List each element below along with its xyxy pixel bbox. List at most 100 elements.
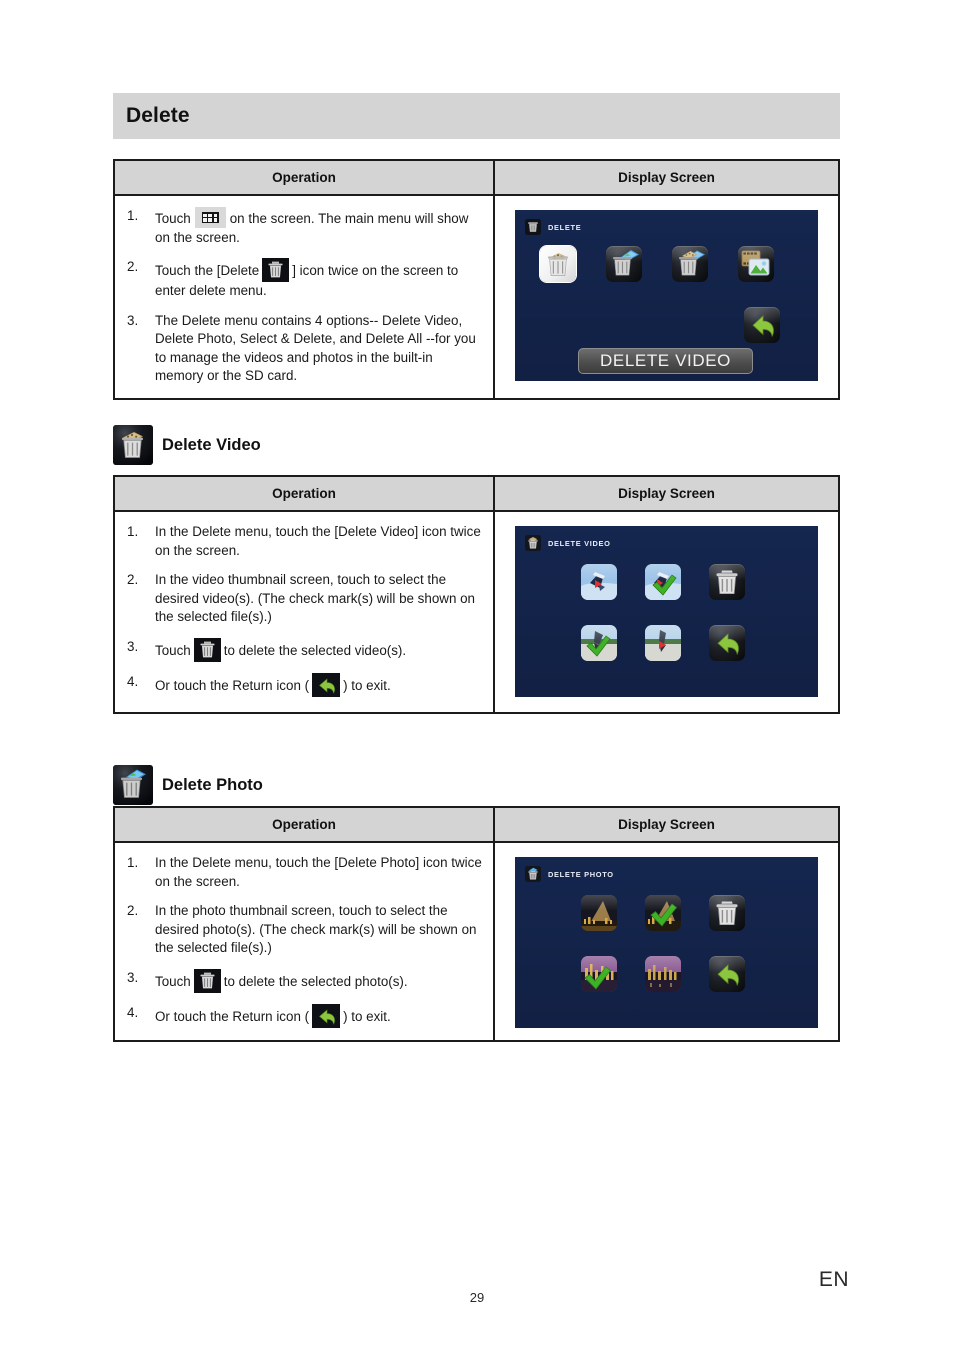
screen-titlebar: DELETE PHOTO <box>525 866 614 882</box>
screen-titlebar: DELETE VIDEO <box>525 535 611 551</box>
step-text: In the Delete menu, touch the [Delete Ph… <box>155 855 482 889</box>
screen-caption-pill: DELETE VIDEO <box>578 348 753 374</box>
column-header-display-screen: Display Screen <box>618 486 715 501</box>
video-thumbnail-2[interactable] <box>645 564 681 600</box>
operation-cell: In the Delete menu, touch the [Delete Vi… <box>115 512 495 712</box>
list-item: Touch to delete the selected video(s). <box>125 637 483 662</box>
trash-photo-icon <box>525 866 541 882</box>
delete-menu-table: Operation Display Screen Touch on the scr… <box>113 159 840 400</box>
thumbnail-row-2 <box>581 956 745 992</box>
step-text-before: Or touch the Return icon ( <box>155 1008 310 1024</box>
delete-photo-table: Operation Display Screen In the Delete m… <box>113 806 840 1042</box>
table-header-row: Operation Display Screen <box>115 477 838 512</box>
grid-menu-icon <box>194 207 226 228</box>
trash-film-icon <box>525 535 541 551</box>
thumbnail-row-1 <box>581 895 745 931</box>
return-tile[interactable] <box>744 307 780 343</box>
step-text-after: ) to exit. <box>343 677 391 693</box>
language-code: EN <box>818 1268 849 1291</box>
step-list: In the Delete menu, touch the [Delete Vi… <box>125 523 483 697</box>
section-title: Delete Video <box>162 435 261 454</box>
list-item: Touch on the screen. The main menu will s… <box>125 207 483 247</box>
list-item: Or touch the Return icon ( ) to exit. <box>125 672 483 697</box>
manual-page: Delete Operation Display Screen Touch on … <box>0 0 954 1350</box>
table-header-row: Operation Display Screen <box>115 161 838 196</box>
trash-button[interactable] <box>709 564 745 600</box>
display-screen-cell: DELETE VIDEO <box>495 512 838 712</box>
step-list: Touch on the screen. The main menu will s… <box>125 207 483 386</box>
section-heading-delete-video: Delete Video <box>113 425 261 465</box>
list-item: The Delete menu contains 4 options-- Del… <box>125 312 483 386</box>
trash-icon <box>193 968 221 993</box>
column-header-operation: Operation <box>115 161 495 194</box>
photo-thumbnail-2[interactable] <box>645 895 681 931</box>
step-text-after: ) to exit. <box>343 1008 391 1024</box>
trash-film-icon <box>113 425 153 465</box>
step-text-before: Touch the [Delete <box>155 263 260 278</box>
list-item: In the Delete menu, touch the [Delete Ph… <box>125 854 483 891</box>
section-title: Delete Photo <box>162 775 263 794</box>
return-row <box>744 307 780 343</box>
thumbnail-row-1 <box>581 564 745 600</box>
list-item: Or touch the Return icon ( ) to exit. <box>125 1003 483 1028</box>
photo-thumbnail-3[interactable] <box>581 956 617 992</box>
step-list: In the Delete menu, touch the [Delete Ph… <box>125 854 483 1028</box>
table-body-row: Touch on the screen. The main menu will s… <box>115 196 838 398</box>
return-button[interactable] <box>709 956 745 992</box>
list-item: In the photo thumbnail screen, touch to … <box>125 902 483 958</box>
photo-thumbnail-4[interactable] <box>645 956 681 992</box>
page-title: Delete <box>126 104 190 127</box>
screen-caption-label: DELETE VIDEO <box>600 351 731 370</box>
step-text: In the Delete menu, touch the [Delete Vi… <box>155 524 481 558</box>
screen-titlebar: DELETE <box>525 219 581 235</box>
trash-button[interactable] <box>709 895 745 931</box>
video-thumbnail-1[interactable] <box>581 564 617 600</box>
step-text-before: Touch <box>155 642 191 658</box>
column-header-display-screen: Display Screen <box>618 170 715 185</box>
thumbnail-row-2 <box>581 625 745 661</box>
screen-title-label: DELETE <box>548 222 582 232</box>
device-screen-delete-menu: DELETE DELETE VIDEO <box>515 210 818 381</box>
delete-video-tile[interactable] <box>540 246 576 282</box>
device-screen-delete-photo: DELETE PHOTO <box>515 857 818 1028</box>
chapter-banner: Delete <box>113 93 840 139</box>
table-header-row: Operation Display Screen <box>115 808 838 843</box>
table-body-row: In the Delete menu, touch the [Delete Ph… <box>115 843 838 1040</box>
screen-title-label: DELETE VIDEO <box>548 538 611 548</box>
photo-thumbnail-1[interactable] <box>581 895 617 931</box>
step-text-before: Touch <box>155 211 191 226</box>
step-text-after: to delete the selected video(s). <box>223 642 407 658</box>
delete-video-table: Operation Display Screen In the Delete m… <box>113 475 840 714</box>
column-header-operation: Operation <box>115 808 495 841</box>
select-and-delete-tile[interactable] <box>672 246 708 282</box>
video-thumbnail-4[interactable] <box>645 625 681 661</box>
column-header-operation: Operation <box>115 477 495 510</box>
delete-photo-tile[interactable] <box>606 246 642 282</box>
list-item: In the video thumbnail screen, touch to … <box>125 571 483 627</box>
step-text-before: Or touch the Return icon ( <box>155 677 310 693</box>
table-body-row: In the Delete menu, touch the [Delete Vi… <box>115 512 838 712</box>
display-screen-cell: DELETE DELETE VIDEO <box>495 196 838 398</box>
operation-cell: Touch on the screen. The main menu will s… <box>115 196 495 398</box>
step-text-before: Touch <box>155 973 191 989</box>
column-header-display-screen: Display Screen <box>618 817 715 832</box>
step-text-after: to delete the selected photo(s). <box>223 973 408 989</box>
return-button[interactable] <box>709 625 745 661</box>
operation-cell: In the Delete menu, touch the [Delete Ph… <box>115 843 495 1040</box>
video-thumbnail-3[interactable] <box>581 625 617 661</box>
list-item: In the Delete menu, touch the [Delete Vi… <box>125 523 483 560</box>
delete-all-tile[interactable] <box>738 246 774 282</box>
screen-title-label: DELETE PHOTO <box>548 869 614 879</box>
page-number: 29 <box>469 1290 485 1305</box>
trash-icon <box>193 637 221 662</box>
trash-icon <box>525 219 541 235</box>
menu-icon-row <box>540 246 774 282</box>
device-screen-delete-video: DELETE VIDEO <box>515 526 818 697</box>
list-item: Touch to delete the selected photo(s). <box>125 968 483 993</box>
return-arrow-icon <box>312 672 341 697</box>
display-screen-cell: DELETE PHOTO <box>495 843 838 1040</box>
return-arrow-icon <box>312 1003 341 1028</box>
section-heading-delete-photo: Delete Photo <box>113 765 263 805</box>
step-text: In the photo thumbnail screen, touch to … <box>155 903 477 955</box>
list-item: Touch the [Delete] icon twice on the scr… <box>125 258 483 301</box>
